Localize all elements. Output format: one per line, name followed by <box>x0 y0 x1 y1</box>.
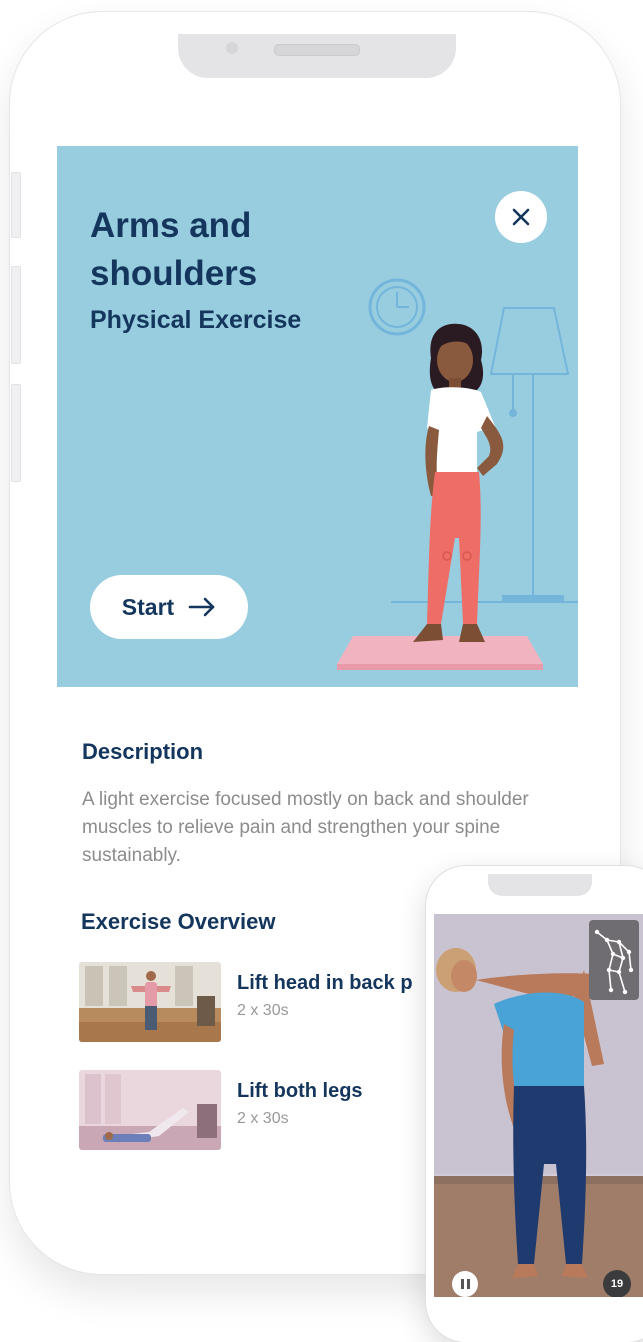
floor-lamp-icon <box>489 307 570 603</box>
side-button-volume-up <box>11 266 21 364</box>
side-button-mute <box>11 172 21 238</box>
exercise-sets: 2 x 30s <box>237 1002 289 1019</box>
speaker-grille <box>274 44 360 56</box>
description-text: A light exercise focused mostly on back … <box>82 789 529 866</box>
close-button[interactable] <box>495 191 547 243</box>
pause-button[interactable] <box>452 1271 478 1297</box>
page-title: Arms and shoulders <box>90 206 258 293</box>
exercise-thumbnail <box>79 1070 221 1150</box>
page-subtitle: Physical Exercise <box>90 306 302 334</box>
close-icon <box>512 208 530 226</box>
start-button[interactable]: Start <box>90 575 248 639</box>
description-heading: Description <box>82 739 204 764</box>
pause-icon <box>460 1279 464 1289</box>
phone-notch <box>178 34 456 78</box>
exercise-name: Lift head in back p <box>237 972 413 994</box>
camera-icon <box>226 42 238 54</box>
exercise-video[interactable]: 19 <box>434 914 643 1297</box>
secondary-phone: 19 <box>426 866 643 1342</box>
exercise-name: Lift both legs <box>237 1080 363 1102</box>
exercise-sets: 2 x 30s <box>237 1110 289 1127</box>
exercise-thumbnail <box>79 962 221 1042</box>
arrow-right-icon <box>188 597 215 617</box>
phone-notch <box>488 874 592 896</box>
hero-banner: Arms and shoulders Physical Exercise Sta… <box>57 146 578 687</box>
exercise-item[interactable]: Lift head in back p 2 x 30s <box>79 962 439 1044</box>
exercise-overview-heading: Exercise Overview <box>81 909 276 934</box>
exercise-item[interactable]: Lift both legs 2 x 30s <box>79 1070 439 1152</box>
pose-tracking-button[interactable] <box>589 920 639 1000</box>
start-button-label: Start <box>121 593 175 620</box>
side-button-volume-down <box>11 384 21 482</box>
pose-skeleton-icon <box>594 929 634 995</box>
exercise-mat <box>337 636 543 664</box>
woman-figure <box>413 323 504 642</box>
rep-counter-badge: 19 <box>603 1270 631 1297</box>
